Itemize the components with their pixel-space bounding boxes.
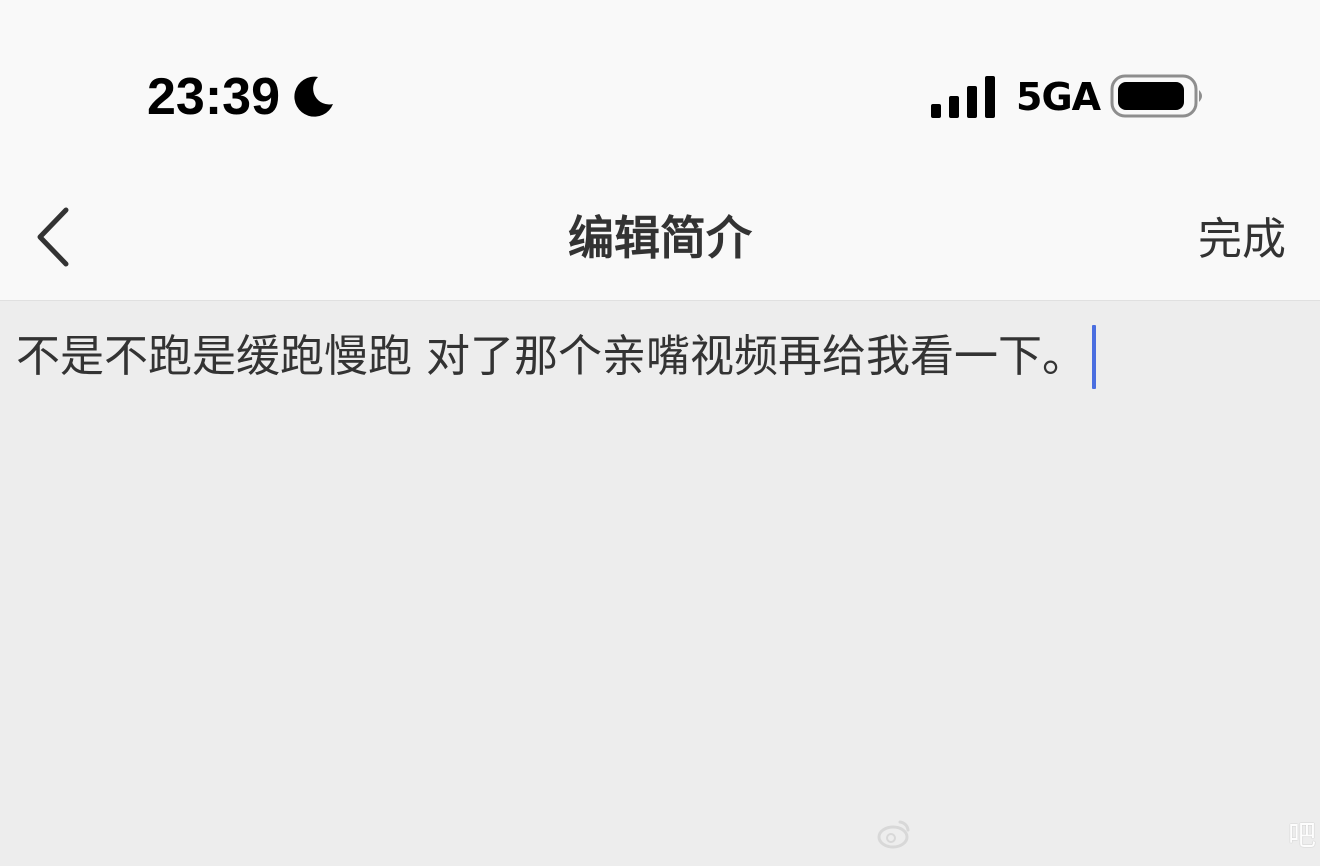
- weibo-logo-icon: [877, 820, 910, 849]
- network-type: 5GA: [1016, 75, 1101, 119]
- battery-icon: [1110, 74, 1202, 118]
- status-bar: 23:39 5GA: [0, 0, 1320, 185]
- bio-text-field[interactable]: 不是不跑是缓跑慢跑 对了那个亲嘴视频再给我看一下。: [16, 325, 1096, 389]
- nav-bar: 编辑简介 完成: [0, 185, 1320, 301]
- watermark: 吧: [876, 812, 1316, 856]
- watermark-text: 吧: [1287, 819, 1316, 852]
- page-title: 编辑简介: [568, 211, 752, 265]
- time-group: 23:39: [147, 66, 336, 128]
- moon-icon: [294, 76, 333, 117]
- status-time: 23:39: [147, 68, 280, 126]
- chevron-left-icon: [37, 207, 69, 267]
- signal-icon: [931, 76, 995, 118]
- text-caret: [1091, 325, 1096, 389]
- bio-editor[interactable]: 不是不跑是缓跑慢跑 对了那个亲嘴视频再给我看一下。: [0, 301, 1320, 866]
- done-button[interactable]: 完成: [1198, 211, 1286, 269]
- back-button[interactable]: [22, 203, 86, 271]
- bio-text: 不是不跑是缓跑慢跑 对了那个亲嘴视频再给我看一下。: [16, 331, 1086, 382]
